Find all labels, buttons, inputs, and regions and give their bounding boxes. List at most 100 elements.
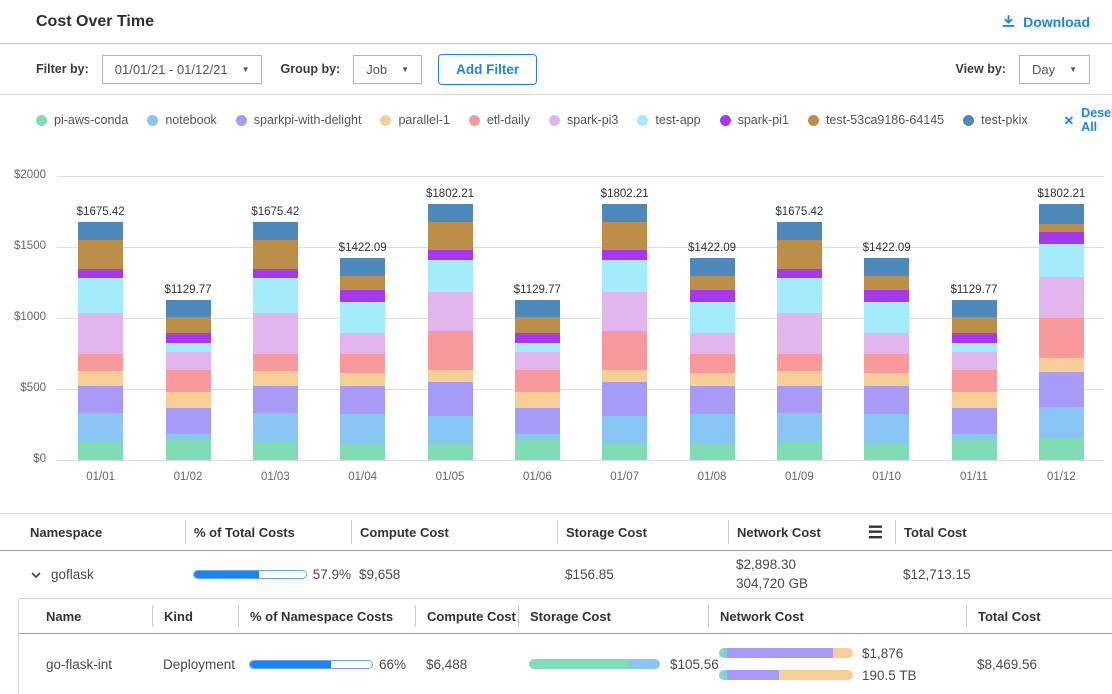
deselect-all-button[interactable]: ✕ Deselect All [1064, 106, 1112, 134]
col-namespace: Namespace [30, 520, 185, 544]
legend-dot [469, 115, 480, 126]
group-by-dropdown[interactable]: Job ▼ [353, 55, 422, 84]
gridline [57, 460, 1104, 461]
bar-segment-sparkpi-with-delight [602, 382, 647, 416]
bar-segment-notebook [428, 416, 473, 444]
total-cost-value: $8,469.56 [966, 657, 1112, 672]
bar-stack [428, 204, 473, 460]
bar-01/01[interactable]: $1675.42 [78, 206, 124, 460]
bar-segment-parallel-1 [515, 392, 560, 408]
bar-01/10[interactable]: $1422.09 [864, 242, 910, 460]
col-pct-total-costs: % of Total Costs [185, 520, 351, 544]
pct-namespace-progress-bar [249, 660, 373, 669]
legend-item-notebook[interactable]: notebook [147, 113, 216, 127]
bar-segment-test-app [340, 302, 385, 333]
bar-segment-spark-pi1 [428, 250, 473, 260]
bar-01/05[interactable]: $1802.21 [427, 188, 473, 460]
y-axis-tick: $0 [0, 453, 46, 465]
bar-segment-test-53ca9186-64145 [602, 222, 647, 251]
chevron-down-icon: ▼ [401, 65, 409, 74]
bar-segment-spark-pi3 [952, 352, 997, 370]
bar-01/07[interactable]: $1802.21 [602, 188, 648, 460]
x-axis-tick: 01/08 [669, 471, 755, 483]
bar-segment-notebook [1039, 407, 1084, 437]
bar-stack [777, 222, 822, 460]
bar-01/09[interactable]: $1675.42 [776, 206, 822, 460]
chart-legend: pi-aws-conda notebook sparkpi-with-delight… [0, 95, 1112, 142]
legend-item-spark-pi1[interactable]: spark-pi1 [720, 113, 789, 127]
bar-segment-sparkpi-with-delight [864, 386, 909, 414]
bar-segment-test-pkix [428, 204, 473, 222]
bar-segment-spark-pi1 [952, 333, 997, 343]
bar-segment-spark-pi3 [777, 313, 822, 354]
legend-label: test-pkix [981, 113, 1028, 127]
legend-item-test-app[interactable]: test-app [637, 113, 700, 127]
namespace-name: goflask [51, 567, 94, 582]
bar-total-label: $1675.42 [251, 206, 299, 218]
bar-segment-test-53ca9186-64145 [340, 276, 385, 289]
network-cost-value: $1,876 [862, 646, 903, 661]
legend-dot [808, 115, 819, 126]
bar-segment-etl-daily [690, 354, 735, 372]
bar-segment-test-app [690, 302, 735, 333]
menu-icon[interactable]: ☰ [868, 524, 883, 541]
chevron-down-icon[interactable] [30, 569, 42, 581]
bar-segment-parallel-1 [602, 370, 647, 382]
bar-segment-test-app [864, 302, 909, 333]
bar-01/11[interactable]: $1129.77 [951, 284, 997, 460]
bar-stack [78, 222, 123, 460]
legend-label: etl-daily [487, 113, 530, 127]
bar-segment-sparkpi-with-delight [515, 408, 560, 433]
bar-total-label: $1422.09 [863, 242, 911, 254]
bar-01/08[interactable]: $1422.09 [689, 242, 735, 460]
workload-name: go-flask-int [46, 657, 152, 672]
bar-segment-spark-pi3 [166, 352, 211, 370]
progress-fill [250, 661, 331, 668]
table-row[interactable]: goflask 57.9% $9,658 $156.85 $2,898.30 3… [0, 551, 1112, 598]
view-by-dropdown[interactable]: Day ▼ [1019, 55, 1090, 84]
bar-01/06[interactable]: $1129.77 [514, 284, 560, 460]
legend-item-parallel-1[interactable]: parallel-1 [380, 113, 449, 127]
bar-01/12[interactable]: $1802.21 [1038, 188, 1084, 460]
legend-label: spark-pi3 [567, 113, 618, 127]
filter-by-label: Filter by: [36, 62, 89, 76]
bar-segment-parallel-1 [428, 370, 473, 382]
legend-item-spark-pi3[interactable]: spark-pi3 [549, 113, 618, 127]
bar-segment-spark-pi1 [602, 250, 647, 260]
date-range-dropdown[interactable]: 01/01/21 - 01/12/21 ▼ [102, 55, 263, 84]
legend-dot [637, 115, 648, 126]
storage-cost-value: $156.85 [557, 567, 728, 582]
legend-dot [549, 115, 560, 126]
legend-item-test-53ca9186-64145[interactable]: test-53ca9186-64145 [808, 113, 944, 127]
legend-item-pi-aws-conda[interactable]: pi-aws-conda [36, 113, 128, 127]
bar-segment-spark-pi3 [1039, 277, 1084, 318]
download-button[interactable]: Download [1001, 14, 1090, 30]
legend-item-test-pkix[interactable]: test-pkix [963, 113, 1028, 127]
bar-01/04[interactable]: $1422.09 [340, 242, 386, 460]
bar-segment-test-pkix [166, 300, 211, 318]
legend-label: test-53ca9186-64145 [826, 113, 944, 127]
bar-segment-etl-daily [515, 370, 560, 392]
legend-label: pi-aws-conda [54, 113, 128, 127]
legend-dot [147, 115, 158, 126]
gridline [57, 389, 1104, 390]
bar-segment-notebook [253, 413, 298, 441]
bar-segment-test-pkix [515, 300, 560, 318]
legend-label: parallel-1 [398, 113, 449, 127]
add-filter-button[interactable]: Add Filter [438, 54, 537, 85]
legend-item-sparkpi-with-delight[interactable]: sparkpi-with-delight [236, 113, 362, 127]
col-storage-cost: Storage Cost [518, 605, 708, 627]
x-axis-tick: 01/01 [58, 471, 144, 483]
bar-stack [340, 258, 385, 460]
x-axis-tick: 01/06 [494, 471, 580, 483]
bar-segment-spark-pi3 [428, 292, 473, 331]
bar-segment-spark-pi1 [78, 269, 123, 278]
bar-01/03[interactable]: $1675.42 [252, 206, 298, 460]
table-row[interactable]: go-flask-int Deployment 66% $6,488 $105.… [19, 634, 1112, 694]
bar-01/02[interactable]: $1129.77 [165, 284, 211, 460]
bar-segment-parallel-1 [253, 371, 298, 386]
legend-item-etl-daily[interactable]: etl-daily [469, 113, 530, 127]
network-transfer-value: 304,720 GB [736, 576, 895, 592]
bar-segment-sparkpi-with-delight [253, 386, 298, 413]
legend-label: sparkpi-with-delight [254, 113, 362, 127]
